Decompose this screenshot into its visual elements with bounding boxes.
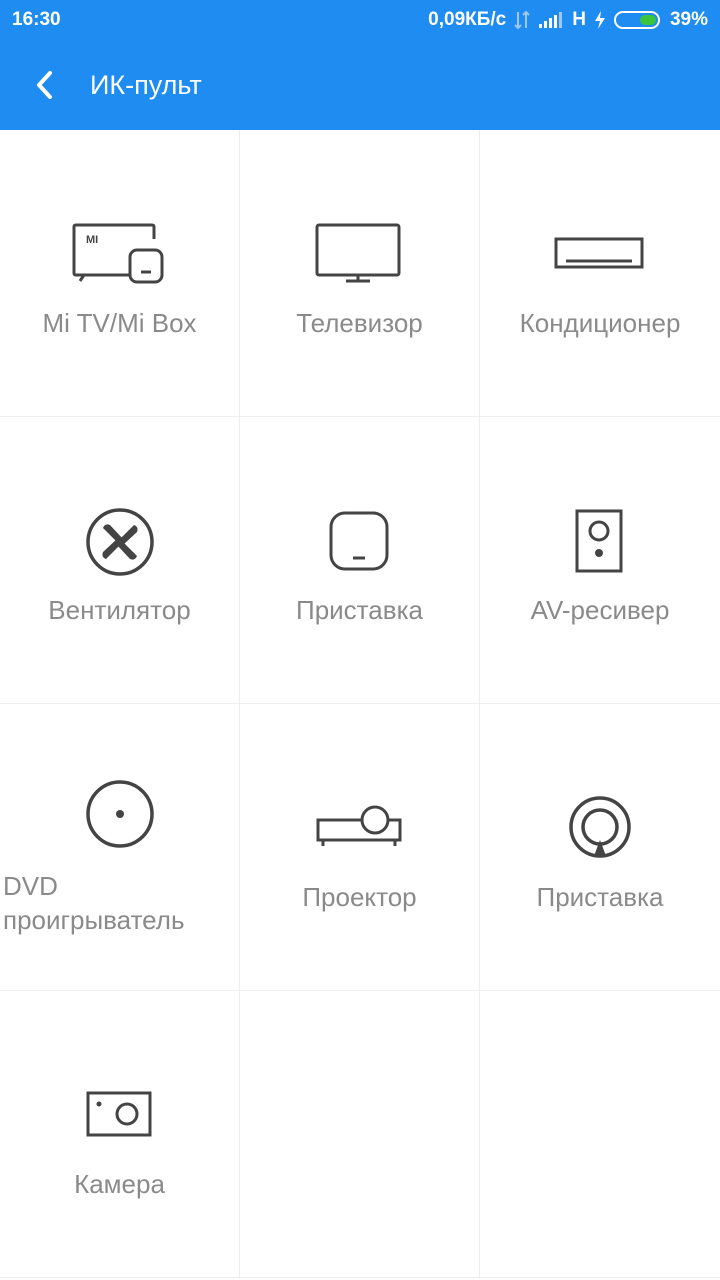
chevron-left-icon [37, 71, 52, 99]
mi-tv-box-icon: MI [70, 215, 170, 295]
air-conditioner-icon [550, 215, 650, 295]
device-label: DVD проигрыватель [3, 871, 185, 935]
signal-icon [538, 11, 564, 29]
status-indicators: 0,09КБ/с H 39% [428, 9, 708, 31]
device-set-top-box[interactable]: Приставка [240, 417, 480, 704]
device-mi-tv-box[interactable]: MI Mi TV/Mi Box [0, 130, 240, 417]
network-type: H [572, 9, 586, 30]
speaker-icon [550, 502, 650, 582]
empty-cell [240, 991, 480, 1278]
page-title: ИК-пульт [90, 70, 202, 100]
device-camera[interactable]: Камера [0, 991, 240, 1278]
disc-icon [70, 774, 170, 854]
app-bar: ИК-пульт [0, 40, 720, 130]
fan-icon [70, 502, 170, 582]
empty-cell [480, 991, 720, 1278]
device-label: AV-ресивер [530, 595, 670, 625]
camera-icon [70, 1076, 170, 1156]
battery-icon [613, 10, 662, 30]
device-air-conditioner[interactable]: Кондиционер [480, 130, 720, 417]
set-top-box-icon [310, 502, 410, 582]
device-fan[interactable]: Вентилятор [0, 417, 240, 704]
device-label: Приставка [536, 882, 664, 912]
device-label: Mi TV/Mi Box [42, 308, 197, 338]
device-projector[interactable]: Проектор [240, 704, 480, 991]
device-label: Кондиционер [519, 308, 681, 338]
header: 16:30 0,09КБ/с H 39% ИК-пульт [0, 0, 720, 130]
data-transfer-icon [514, 10, 530, 30]
device-dvd-player[interactable]: DVD проигрыватель [0, 704, 240, 991]
tv-icon [310, 215, 410, 295]
device-satellite-box[interactable]: Приставка [480, 704, 720, 991]
device-label: Приставка [296, 595, 423, 625]
device-label: Вентилятор [48, 595, 191, 625]
device-tv[interactable]: Телевизор [240, 130, 480, 417]
device-label: Камера [74, 1169, 165, 1199]
device-label: Телевизор [296, 308, 423, 338]
battery-percent: 39% [669, 9, 708, 30]
network-speed: 0,09КБ/с [428, 9, 507, 30]
device-av-receiver[interactable]: AV-ресивер [480, 417, 720, 704]
svg-text:MI: MI [86, 234, 98, 246]
projector-icon [310, 789, 410, 869]
satellite-box-icon [550, 789, 650, 869]
device-label: Проектор [302, 882, 417, 912]
back-button[interactable] [22, 62, 68, 108]
charging-icon [594, 10, 606, 30]
device-grid: MI Mi TV/Mi Box Телевизор Кондиционер Ве… [0, 130, 720, 1278]
status-time: 16:30 [12, 9, 61, 30]
status-bar: 16:30 0,09КБ/с H 39% [0, 0, 720, 40]
